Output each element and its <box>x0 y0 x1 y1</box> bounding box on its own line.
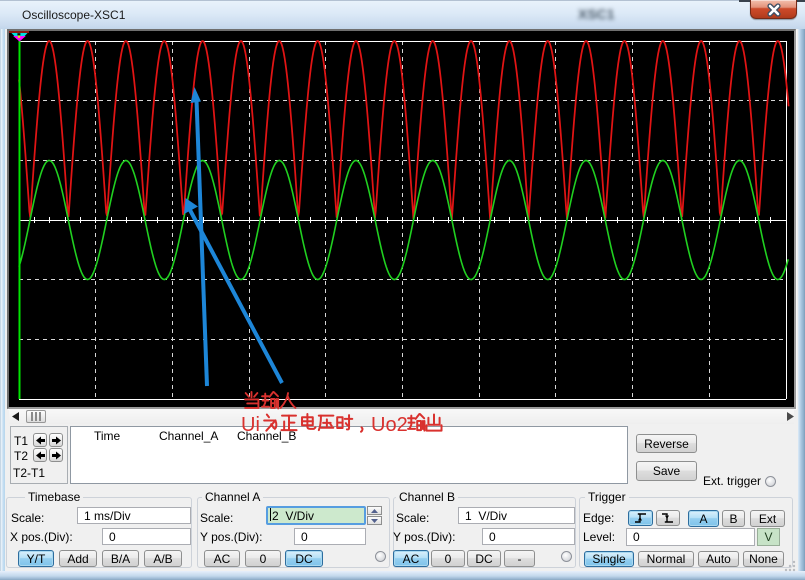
svg-text:Ui: Ui <box>241 414 260 436</box>
svg-text:Uo2: Uo2 <box>371 414 408 436</box>
